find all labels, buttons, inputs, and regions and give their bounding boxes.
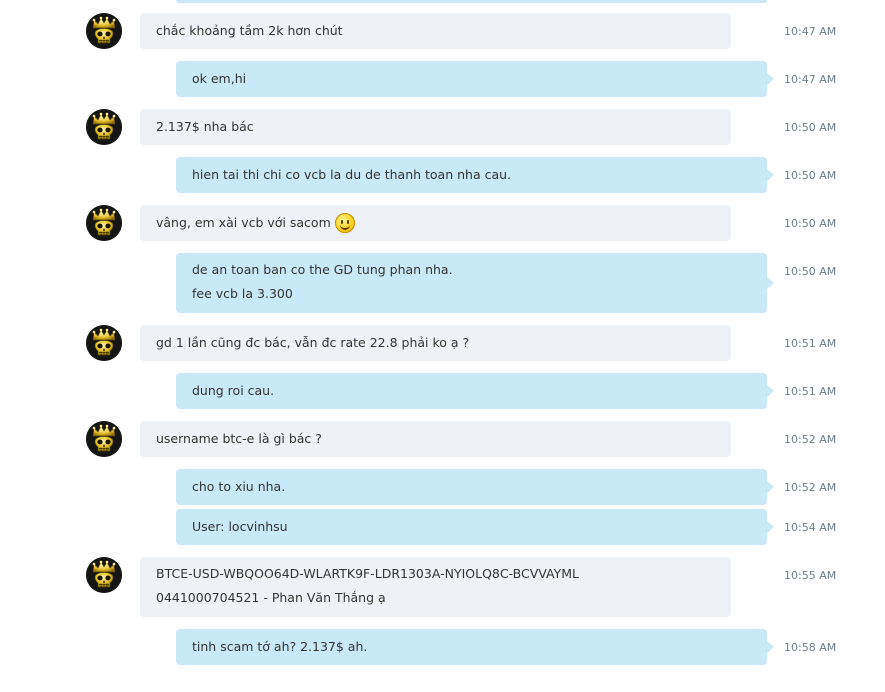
incoming-bubble[interactable]: username btc-e là gì bác ? [140, 421, 731, 457]
message-text: BTCE-USD-WBQOO64D-WLARTK9F-LDR1303A-NYIO… [156, 566, 580, 581]
outgoing-bubble[interactable]: ok em,hi [176, 61, 774, 97]
message-text: username btc-e là gì bác ? [156, 431, 322, 446]
message-text: dung roi cau. [192, 383, 275, 398]
message-text: ok em,hi [192, 71, 247, 86]
outgoing-bubble[interactable]: cho to xiu nha. [176, 469, 774, 505]
message-timestamp: 10:50 AM [784, 217, 837, 230]
contact-avatar[interactable] [86, 13, 122, 49]
message-text: 2.137$ nha bác [156, 119, 254, 134]
message-timestamp: 10:50 AM [784, 169, 837, 182]
outgoing-bubble[interactable]: hien tai thi chi co vcb la du de thanh t… [176, 157, 774, 193]
message-text: vâng, em xài vcb với sacom [156, 215, 331, 230]
previous-message-bubble-edge [176, 0, 767, 3]
outgoing-bubble[interactable]: tinh scam tớ ah? 2.137$ ah. [176, 629, 774, 665]
skull-crown-icon [86, 557, 122, 593]
skull-crown-icon [86, 205, 122, 241]
message-timestamp: 10:58 AM [784, 641, 837, 654]
outgoing-bubble[interactable]: de an toan ban co the GD tung phan nha. … [176, 253, 774, 313]
message-text: hien tai thi chi co vcb la du de thanh t… [192, 167, 512, 182]
incoming-bubble[interactable]: chắc khoảng tầm 2k hơn chút [140, 13, 731, 49]
message-timestamp: 10:51 AM [784, 385, 837, 398]
message-text: cho to xiu nha. [192, 479, 286, 494]
message-text: 0441000704521 - Phan Văn Thắng ạ [156, 590, 386, 605]
incoming-bubble[interactable]: gd 1 lần cũng đc bác, vẫn đc rate 22.8 p… [140, 325, 731, 361]
contact-avatar[interactable] [86, 557, 122, 593]
incoming-bubble[interactable]: 2.137$ nha bác [140, 109, 731, 145]
contact-avatar[interactable] [86, 421, 122, 457]
contact-avatar[interactable] [86, 325, 122, 361]
message-timestamp: 10:52 AM [784, 481, 837, 494]
skull-crown-icon [86, 109, 122, 145]
message-text: chắc khoảng tầm 2k hơn chút [156, 23, 343, 38]
message-timestamp: 10:55 AM [784, 569, 837, 582]
message-text: gd 1 lần cũng đc bác, vẫn đc rate 22.8 p… [156, 335, 470, 350]
message-timestamp: 10:50 AM [784, 121, 837, 134]
message-text: de an toan ban co the GD tung phan nha. [192, 262, 453, 277]
contact-avatar[interactable] [86, 109, 122, 145]
message-timestamp: 10:50 AM [784, 265, 837, 278]
message-text: tinh scam tớ ah? 2.137$ ah. [192, 639, 368, 654]
incoming-bubble[interactable]: vâng, em xài vcb với sacom [140, 205, 731, 241]
incoming-bubble[interactable]: BTCE-USD-WBQOO64D-WLARTK9F-LDR1303A-NYIO… [140, 557, 731, 617]
outgoing-bubble[interactable]: User: locvinhsu [176, 509, 774, 545]
message-timestamp: 10:47 AM [784, 73, 837, 86]
message-timestamp: 10:47 AM [784, 25, 837, 38]
message-timestamp: 10:51 AM [784, 337, 837, 350]
outgoing-bubble[interactable]: dung roi cau. [176, 373, 774, 409]
skull-crown-icon [86, 13, 122, 49]
message-text: User: locvinhsu [192, 519, 288, 534]
message-text: fee vcb la 3.300 [192, 286, 293, 301]
skull-crown-icon [86, 325, 122, 361]
message-timestamp: 10:54 AM [784, 521, 837, 534]
smile-emoji-icon [334, 212, 355, 233]
message-timestamp: 10:52 AM [784, 433, 837, 446]
contact-avatar[interactable] [86, 205, 122, 241]
skull-crown-icon [86, 421, 122, 457]
